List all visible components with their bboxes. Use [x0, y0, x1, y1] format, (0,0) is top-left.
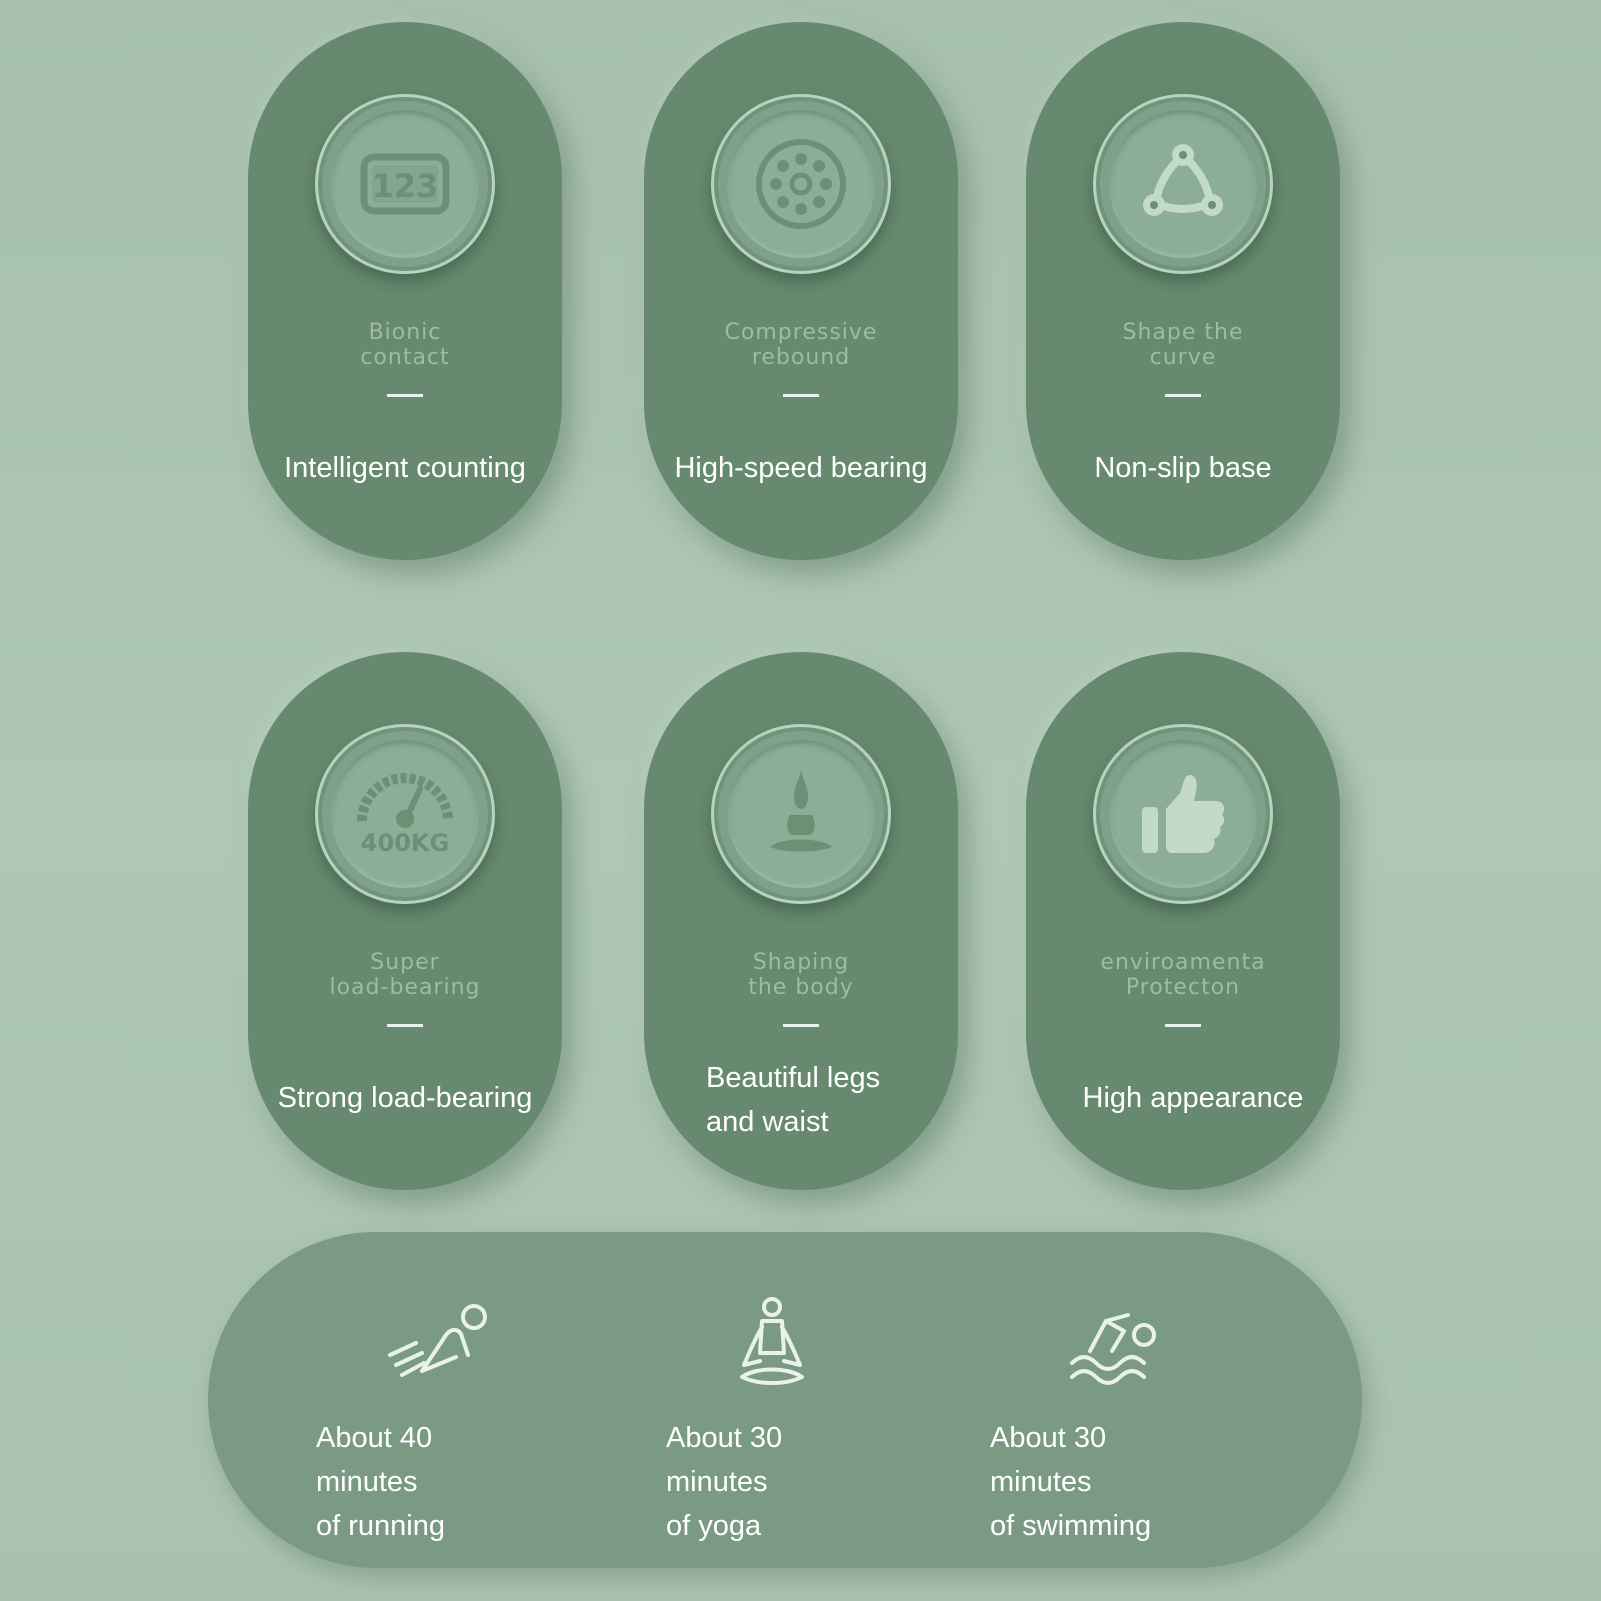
feature-card-intelligent-counting: 123 Bionic contact Intelligent counting [248, 22, 562, 560]
feature-subtitle: Super load-bearing [329, 950, 481, 1000]
feature-subtitle: Compressive rebound [724, 320, 878, 370]
meditation-figure-icon [770, 771, 832, 852]
feature-badge: 400KG [315, 724, 495, 904]
feature-title: Beautiful legs and waist [706, 1062, 881, 1138]
gauge-400kg-icon: 400KG [357, 773, 453, 857]
activity-text: About 30 minutes of swimming [990, 1422, 1152, 1542]
activity-swimming: About 30 minutes of swimming [888, 1232, 1188, 1568]
feature-subtitle: enviroamenta Protecton [1100, 950, 1266, 1000]
running-icon [388, 1304, 487, 1377]
divider [783, 1024, 819, 1027]
feature-title: Non-slip base [1094, 452, 1272, 484]
divider [1165, 394, 1201, 397]
divider [1165, 1024, 1201, 1027]
counter-123-icon: 123 [360, 153, 450, 215]
feature-title: High appearance [1082, 1082, 1304, 1114]
feature-card-non-slip-base: Shape the curve Non-slip base [1026, 22, 1340, 560]
feature-card-high-appearance: enviroamenta Protecton High appearance [1026, 652, 1340, 1190]
yoga-icon [740, 1297, 804, 1385]
feature-card-high-speed-bearing: Compressive rebound High-speed bearing [644, 22, 958, 560]
page: { "features": [ {"icon": "counter-123-ic… [0, 0, 1601, 1601]
feature-subtitle: Bionic contact [360, 320, 450, 370]
feature-subtitle: Shaping the body [748, 950, 854, 1000]
divider [387, 1024, 423, 1027]
bearing-icon [756, 139, 846, 229]
feature-badge [1093, 94, 1273, 274]
gauge-label: 400KG [361, 829, 449, 857]
tripod-icon [1143, 144, 1223, 216]
feature-badge [711, 724, 891, 904]
feature-title: High-speed bearing [674, 452, 928, 484]
feature-badge [711, 94, 891, 274]
feature-subtitle: Shape the curve [1122, 320, 1244, 370]
activity-text: About 40 minutes of running [316, 1422, 445, 1542]
counter-label: 123 [372, 167, 439, 205]
swimming-icon [1070, 1313, 1156, 1385]
feature-title: Strong load-bearing [277, 1082, 533, 1114]
divider [783, 394, 819, 397]
activity-yoga: About 30 minutes of yoga [558, 1232, 858, 1568]
feature-card-strong-load-bearing: 400KG Super load-bearing Strong load-bea… [248, 652, 562, 1190]
activity-text: About 30 minutes of yoga [666, 1422, 783, 1542]
feature-badge [1093, 724, 1273, 904]
activities-panel: About 40 minutes of running About 30 min… [208, 1232, 1362, 1568]
feature-card-beautiful-legs: Shaping the body Beautiful legs and wais… [644, 652, 958, 1190]
feature-badge: 123 [315, 94, 495, 274]
feature-title: Intelligent counting [284, 452, 526, 484]
thumbs-up-icon [1142, 775, 1225, 853]
divider [387, 394, 423, 397]
activity-running: About 40 minutes of running [208, 1232, 508, 1568]
